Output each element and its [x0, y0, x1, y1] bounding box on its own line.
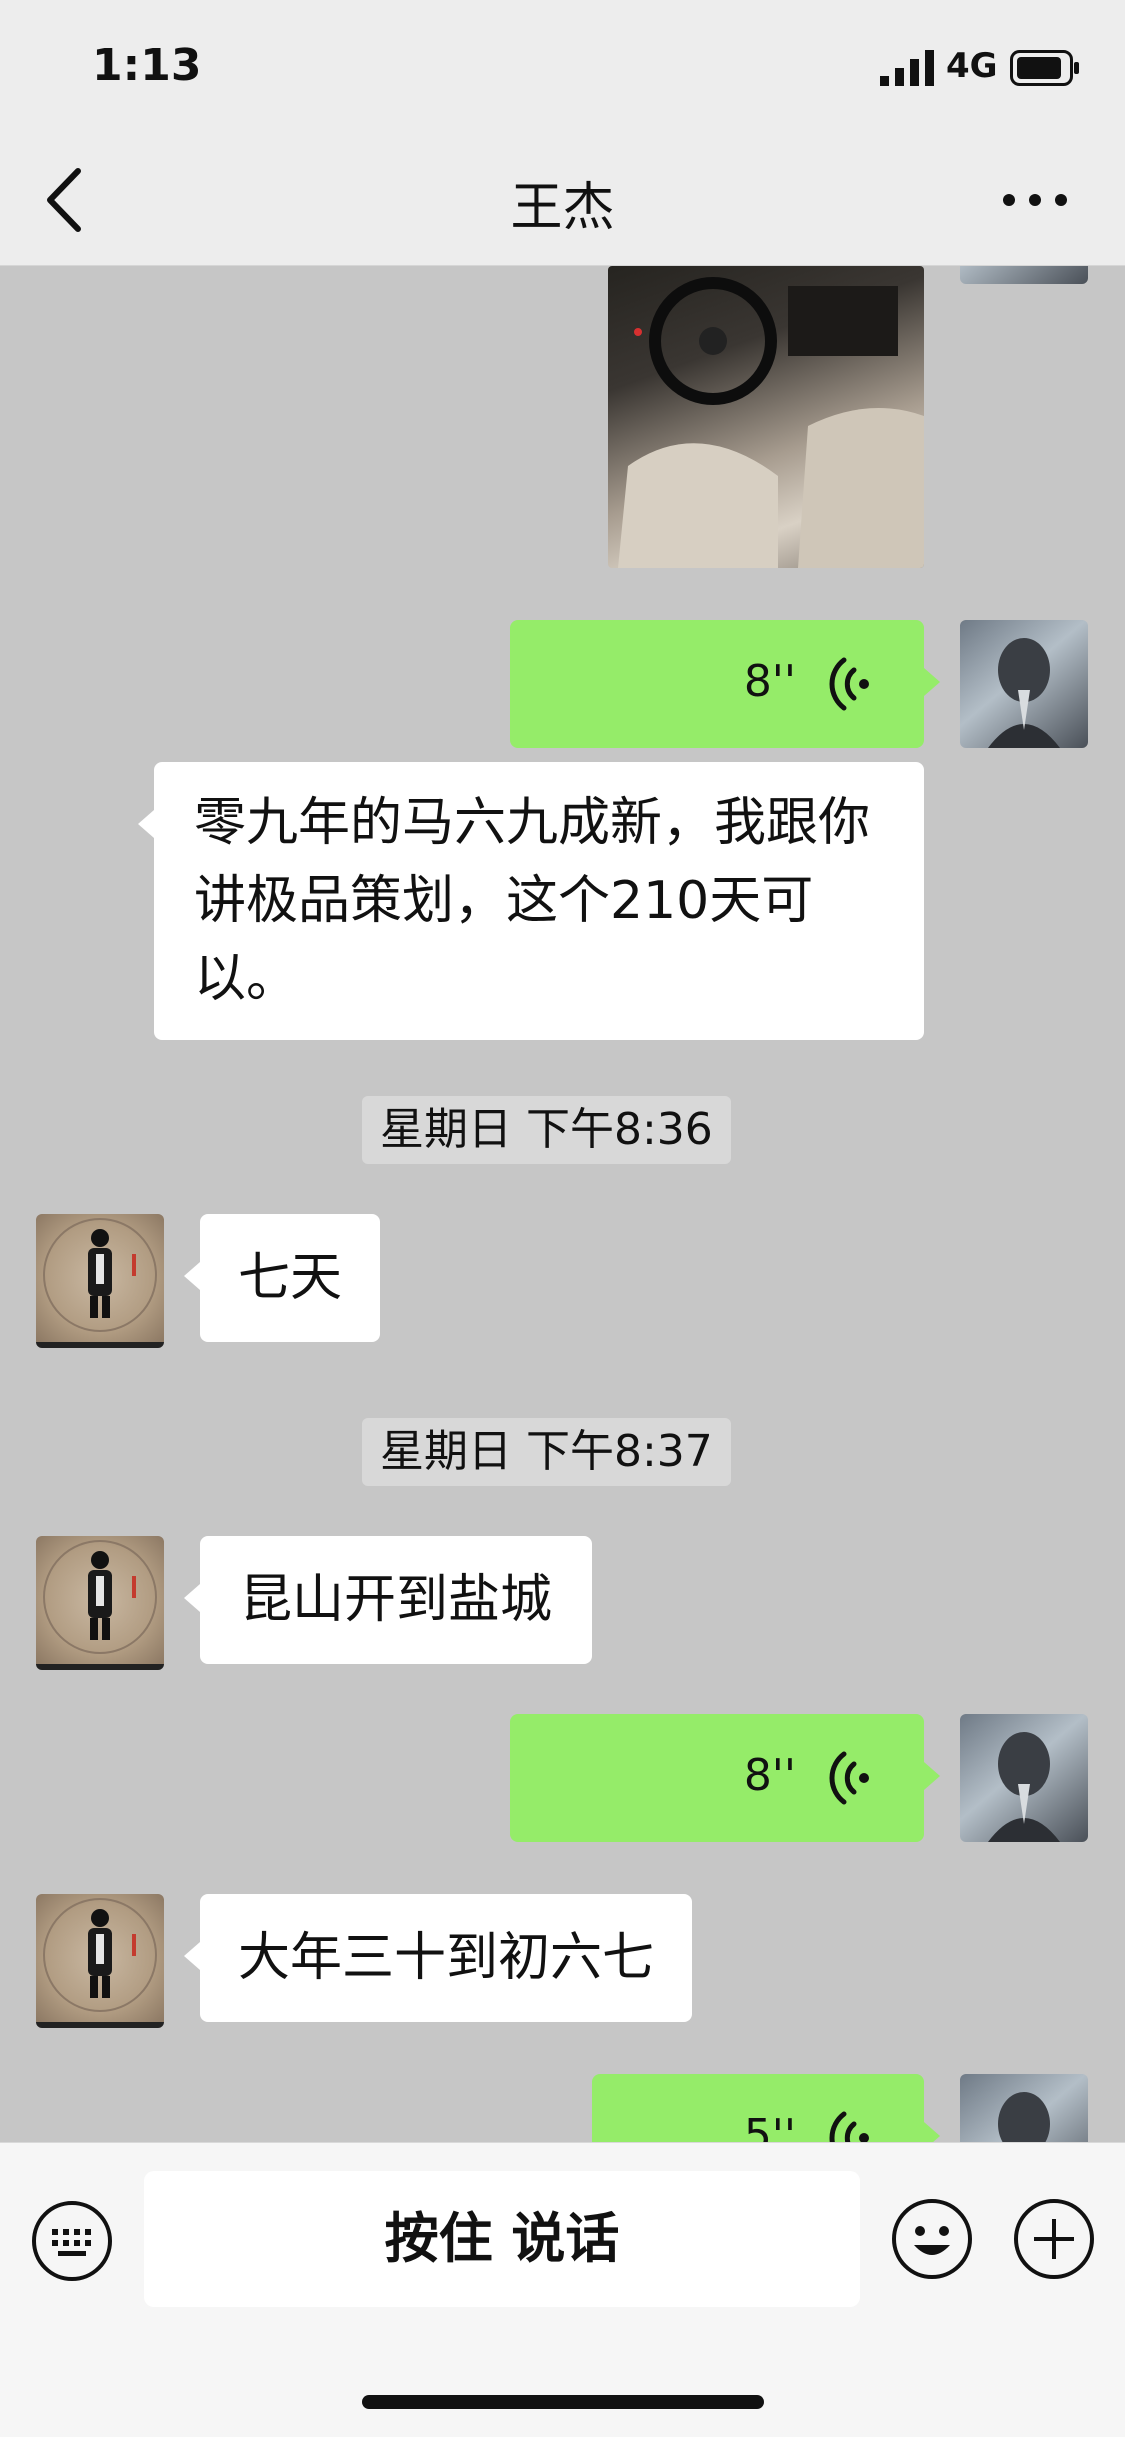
- my-avatar[interactable]: [960, 1714, 1088, 1842]
- hold-to-talk-button[interactable]: 按住 说话: [144, 2171, 860, 2307]
- contact-avatar[interactable]: [36, 1894, 164, 2028]
- message-text: 昆山开到盐城: [240, 1570, 553, 1630]
- contact-avatar[interactable]: [36, 1536, 164, 1670]
- text-message[interactable]: 大年三十到初六七: [183, 1894, 693, 2022]
- contact-avatar[interactable]: [36, 1214, 164, 1348]
- voice-wave-icon: [829, 1751, 869, 1805]
- message-text: 七天: [238, 1248, 343, 1308]
- car-interior-photo: [618, 277, 924, 568]
- my-avatar[interactable]: [960, 620, 1088, 748]
- person-praying-icon: [988, 1732, 1060, 1842]
- message-text: 大年三十到初六七: [238, 1928, 655, 1988]
- network-type: 4G: [946, 46, 998, 86]
- voice-duration: 5'': [743, 2110, 796, 2142]
- text-message[interactable]: 零九年的马六九成新，我跟你讲极品策划，这个210天可以。: [138, 762, 924, 1040]
- image-message[interactable]: [608, 266, 924, 568]
- timestamp: 星期日 下午8:36: [362, 1096, 731, 1164]
- plus-icon[interactable]: [1012, 2197, 1096, 2281]
- signal-icon: [880, 50, 934, 86]
- chat-title: 王杰: [510, 178, 615, 238]
- text-message[interactable]: 七天: [183, 1214, 381, 1342]
- nav-bar: 王杰: [0, 135, 1125, 266]
- input-bar: 按住 说话: [0, 2142, 1125, 2437]
- voice-message[interactable]: 5'': [592, 2074, 940, 2142]
- chat-area[interactable]: 8'' 零九年的马六九成新，我跟你讲极品策划，这个210天可以。 星期日 下午8…: [0, 266, 1125, 2142]
- figure-avatar-icon: [43, 1540, 157, 1654]
- status-bar: 1:13 4G: [0, 0, 1125, 135]
- my-avatar[interactable]: [960, 266, 1088, 284]
- message-text: 零九年的马六九成新，我跟你讲极品策划，这个210天可以。: [194, 793, 871, 1009]
- my-avatar[interactable]: [960, 2074, 1088, 2142]
- status-time: 1:13: [92, 40, 202, 91]
- text-message[interactable]: 昆山开到盐城: [183, 1536, 593, 1664]
- person-praying-icon: [988, 638, 1060, 748]
- voice-wave-icon: [829, 2111, 869, 2142]
- voice-wave-icon: [829, 657, 869, 711]
- voice-duration: 8'': [743, 656, 796, 707]
- home-indicator[interactable]: [362, 2395, 764, 2409]
- more-options-button[interactable]: [1000, 175, 1070, 225]
- figure-avatar-icon: [43, 1218, 157, 1332]
- battery-icon: [1010, 50, 1079, 86]
- emoji-icon[interactable]: [890, 2197, 974, 2281]
- person-praying-icon: [998, 2092, 1050, 2142]
- voice-duration: 8'': [743, 1750, 796, 1801]
- keyboard-icon[interactable]: [30, 2199, 114, 2283]
- timestamp: 星期日 下午8:37: [362, 1418, 731, 1486]
- voice-message[interactable]: 8'': [510, 620, 940, 748]
- voice-message[interactable]: 8'': [510, 1714, 940, 1842]
- figure-avatar-icon: [43, 1898, 157, 2012]
